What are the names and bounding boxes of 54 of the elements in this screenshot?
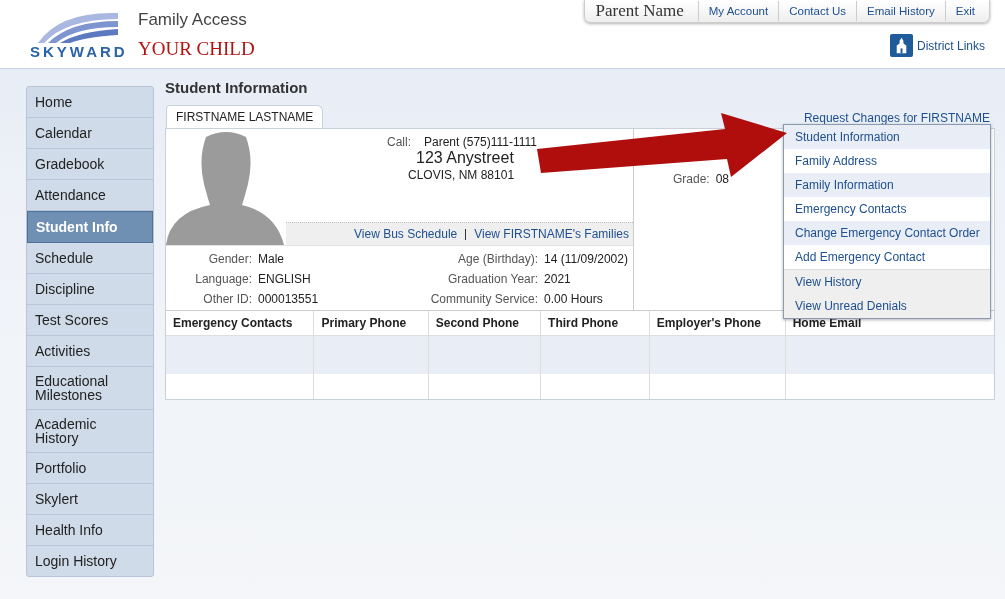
call-label: Call: — [387, 135, 411, 149]
sidebar-item[interactable]: Skylert — [27, 484, 153, 515]
call-value: Parent (575)111-1111 — [424, 135, 537, 149]
sidebar-item[interactable]: Calendar — [27, 118, 153, 149]
header-link[interactable]: My Account — [697, 1, 779, 21]
sidebar-item[interactable]: Portfolio — [27, 453, 153, 484]
field-value: Male — [258, 252, 284, 266]
sidebar-item[interactable]: Health Info — [27, 515, 153, 546]
field-value: 08 — [715, 172, 730, 186]
field-label: Other ID: — [202, 292, 252, 306]
street-address: 123 Anystreet — [416, 149, 514, 167]
sidebar-item[interactable]: Educational Milestones — [27, 367, 153, 410]
menu-item[interactable]: Student Information — [784, 125, 990, 149]
field-label: Grade: — [673, 172, 710, 186]
header-link[interactable]: Contact Us — [778, 1, 857, 21]
field-label: Community Service: — [429, 292, 539, 306]
building-icon — [890, 34, 913, 57]
sidebar-item[interactable]: Discipline — [27, 274, 153, 305]
menu-item[interactable]: View Unread Denials — [784, 294, 990, 318]
menu-item[interactable]: Change Emergency Contact Order — [784, 221, 990, 245]
menu-item[interactable]: View History — [784, 270, 990, 294]
logo-text: SKYWARD — [30, 45, 124, 59]
menu-item[interactable]: Emergency Contacts — [784, 197, 990, 221]
parent-name: Parent Name — [595, 1, 685, 21]
field-label: Language: — [194, 272, 252, 286]
sidebar-item[interactable]: Test Scores — [27, 305, 153, 336]
menu-item[interactable]: Family Information — [784, 173, 990, 197]
menu-item[interactable]: Family Address — [784, 149, 990, 173]
field-label: Age (Birthday): — [457, 252, 539, 266]
field-value: 000013551 — [258, 292, 319, 306]
sidebar-item[interactable]: Academic History — [27, 410, 153, 453]
menu-item[interactable]: Add Emergency Contact — [784, 245, 990, 269]
field-label: Graduation Year: — [447, 272, 539, 286]
student-link[interactable]: View FIRSTNAME's Families — [474, 227, 629, 241]
sidebar-item[interactable]: Gradebook — [27, 149, 153, 180]
header-link[interactable]: Exit — [944, 1, 985, 21]
field-value: 2021 — [544, 272, 571, 286]
child-name: YOUR CHILD — [138, 38, 255, 60]
city-address: CLOVIS, NM 88101 — [408, 168, 515, 182]
field-value: 0.00 Hours — [544, 292, 603, 306]
field-label: Gender: — [207, 252, 252, 266]
student-tab[interactable]: FIRSTNAME LASTNAME — [166, 105, 324, 128]
request-changes-link[interactable]: Request Changes for FIRSTNAME — [803, 111, 990, 128]
app-title: Family Access — [138, 10, 248, 30]
sidebar-item[interactable]: Login History — [27, 546, 153, 576]
field-value: 14 (11/09/2002) — [544, 252, 628, 266]
student-link[interactable]: View Bus Schedule — [354, 227, 458, 241]
sidebar-item[interactable]: Schedule — [27, 243, 153, 274]
header-link[interactable]: Email History — [856, 1, 945, 21]
sidebar-item[interactable]: Activities — [27, 336, 153, 367]
page-title: Student Information — [165, 78, 309, 98]
field-value: ENGLISH — [258, 272, 311, 286]
sidebar-item[interactable]: Home — [27, 87, 153, 118]
district-links-link[interactable]: District Links — [890, 34, 990, 57]
